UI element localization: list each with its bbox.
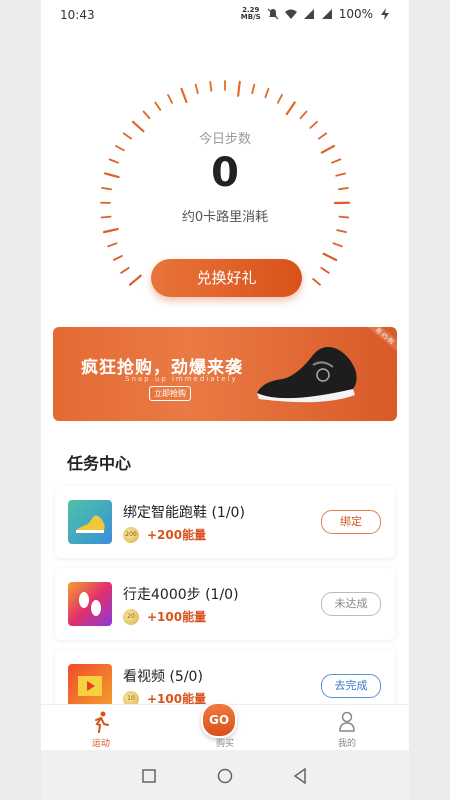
task-card-walk: 行走4000步 (1/0) 20 +100能量 未达成: [55, 568, 395, 640]
banner-subtitle: Snap up immediately: [125, 375, 238, 383]
go-button[interactable]: GO: [201, 702, 237, 738]
dial-tick: [332, 242, 343, 248]
footprints-icon: [68, 582, 112, 626]
dial-tick: [194, 83, 199, 95]
task-reward: 20 +100能量: [123, 608, 206, 625]
coin-icon: 20: [123, 608, 139, 625]
system-nav-bar: [41, 750, 409, 800]
dial-tick: [299, 110, 308, 120]
dial-tick: [180, 87, 188, 104]
dial-tick: [309, 120, 318, 129]
bottom-tab-bar: 运动 GO 购买 我的: [41, 702, 409, 751]
dial-tick: [142, 110, 151, 120]
not-achieved-button[interactable]: 未达成: [321, 592, 381, 616]
status-bar: 10:43 2.29 MB/S 100%: [41, 0, 409, 30]
bind-button[interactable]: 绑定: [321, 510, 381, 534]
task-center-title: 任务中心: [67, 454, 132, 473]
promo-banner[interactable]: 疯狂抢购，劲爆来袭 Snap up immediately 立即抢购 易·约·购: [53, 327, 397, 421]
dial-tick: [120, 266, 130, 274]
dial-tick: [107, 242, 118, 248]
home-icon[interactable]: [217, 768, 233, 784]
shoe-icon: [68, 500, 112, 544]
dial-tick: [312, 278, 321, 286]
tab-mine-label: 我的: [337, 739, 356, 749]
dial-tick: [154, 101, 162, 111]
reward-text: +100能量: [147, 610, 207, 624]
recents-icon[interactable]: [142, 769, 156, 783]
task-name: 绑定智能跑鞋 (1/0): [123, 505, 245, 521]
banner-buy-button[interactable]: 立即抢购: [149, 386, 191, 401]
dial-tick: [167, 93, 174, 104]
dial-tick: [320, 266, 330, 274]
steps-value: 0: [211, 150, 239, 196]
dial-tick: [102, 227, 119, 234]
coin-icon: 200: [123, 526, 139, 543]
dial-tick: [237, 80, 241, 97]
network-speed: 2.29 MB/S: [241, 7, 261, 21]
dial-tick: [112, 255, 123, 261]
shoe-image: [257, 347, 357, 403]
video-icon: [68, 664, 112, 708]
dial-tick: [285, 101, 296, 116]
reward-text: +200能量: [147, 528, 207, 542]
tab-buy-label: 购买: [215, 739, 234, 749]
task-name: 看视频 (5/0): [123, 669, 203, 685]
status-time: 10:43: [60, 8, 95, 22]
banner-tag: 易·约·购: [363, 327, 397, 355]
speed-unit: MB/S: [240, 13, 261, 21]
go-complete-button[interactable]: 去完成: [321, 674, 381, 698]
battery-level: 100%: [338, 7, 373, 21]
running-icon: [95, 711, 109, 733]
today-steps-label: 今日步数: [198, 132, 251, 147]
task-reward: 200 +200能量: [123, 526, 206, 543]
task-name: 行走4000步 (1/0): [123, 587, 239, 603]
tab-sport-label: 运动: [91, 739, 110, 749]
dial-tick: [251, 83, 256, 95]
status-icons: 2.29 MB/S 100%: [241, 7, 391, 21]
dial-tick: [322, 252, 338, 262]
dial-tick: [128, 274, 142, 286]
dial-tick: [264, 87, 270, 99]
dial-tick: [276, 93, 283, 104]
charging-icon: [381, 8, 389, 20]
task-card-bind-shoe: 绑定智能跑鞋 (1/0) 200 +200能量 绑定: [55, 486, 395, 558]
mute-icon: [267, 8, 279, 20]
back-icon[interactable]: [293, 768, 307, 784]
dial-tick: [209, 80, 213, 92]
signal-icon-2: [321, 9, 332, 19]
signal-icon: [303, 9, 314, 19]
dial-tick: [336, 229, 347, 234]
calories-text: 约0卡路里消耗: [181, 210, 269, 225]
person-icon: [339, 711, 355, 732]
exchange-gift-button[interactable]: 兑换好礼: [151, 259, 302, 297]
wifi-icon: [284, 9, 297, 19]
app-screen: 10:43 2.29 MB/S 100% 今日步数 0 约0卡路里消耗 兑换好礼…: [41, 0, 409, 800]
